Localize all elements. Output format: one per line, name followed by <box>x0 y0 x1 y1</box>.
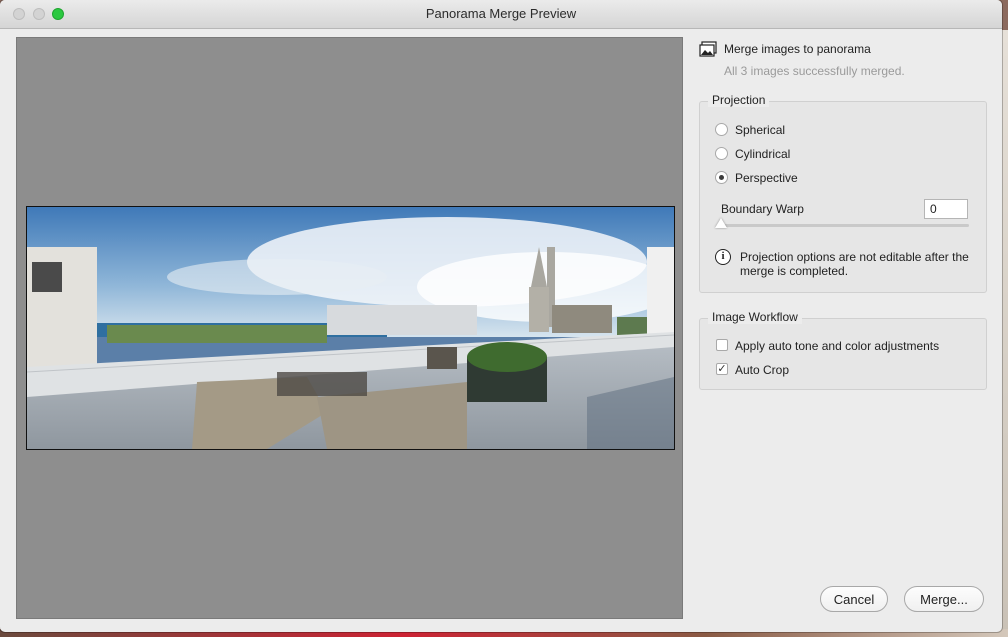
boundary-warp-label: Boundary Warp <box>721 202 804 216</box>
radio-label: Spherical <box>735 123 786 137</box>
image-workflow-group: Image Workflow Apply auto tone and color… <box>699 310 987 390</box>
checkbox-label: Apply auto tone and color adjustments <box>735 339 940 353</box>
title-bar: Panorama Merge Preview <box>0 0 1002 29</box>
radio-circle[interactable] <box>715 147 728 160</box>
projection-legend: Projection <box>708 93 770 107</box>
auto-crop-checkbox[interactable]: ✓ <box>716 363 728 375</box>
boundary-warp-slider-track[interactable] <box>721 224 969 227</box>
preview-area <box>16 37 683 619</box>
boundary-warp-slider-thumb[interactable] <box>715 218 727 228</box>
checkbox-label: Auto Crop <box>735 363 790 377</box>
panorama-photo <box>27 207 674 449</box>
radio-label: Cylindrical <box>735 147 791 161</box>
radio-circle[interactable] <box>715 123 728 136</box>
window-title: Panorama Merge Preview <box>425 6 577 21</box>
merge-preview-dialog: Panorama Merge Preview Merge images to p… <box>0 0 1002 632</box>
cancel-button[interactable]: Cancel <box>820 586 888 612</box>
radio-label: Perspective <box>735 171 798 185</box>
boundary-warp-input[interactable] <box>924 199 968 219</box>
radio-circle-selected[interactable] <box>715 171 728 184</box>
merge-heading: Merge images to panorama <box>724 42 871 56</box>
projection-group: Projection Spherical Cylindrical Perspec… <box>699 93 987 293</box>
panorama-preview-image <box>26 206 675 450</box>
workflow-legend: Image Workflow <box>708 310 802 324</box>
images-icon <box>699 41 717 57</box>
merge-button[interactable]: Merge... <box>904 586 984 612</box>
merge-status: All 3 images successfully merged. <box>724 64 905 78</box>
projection-note: Projection options are not editable afte… <box>740 250 969 278</box>
auto-tone-checkbox[interactable] <box>716 339 728 351</box>
info-icon: i <box>715 249 731 265</box>
